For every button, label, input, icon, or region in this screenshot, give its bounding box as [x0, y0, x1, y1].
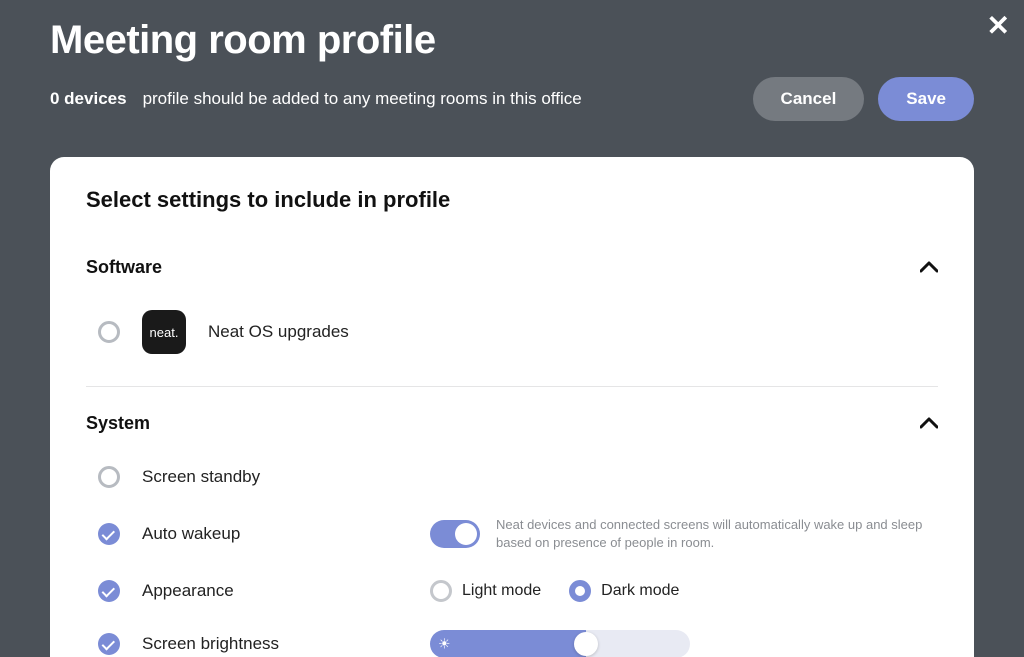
checkbox-auto-wakeup[interactable]: [98, 523, 120, 545]
brightness-icon: ☀: [438, 636, 451, 653]
checkbox-neat-os[interactable]: [98, 321, 120, 343]
radio-light-mode[interactable]: Light mode: [430, 580, 541, 602]
close-icon[interactable]: ✕: [987, 12, 1010, 40]
setting-neat-os-upgrades: neat. Neat OS upgrades: [86, 296, 938, 368]
radio-dark-mode[interactable]: Dark mode: [569, 580, 679, 602]
card-title: Select settings to include in profile: [86, 187, 938, 213]
setting-screen-brightness: Screen brightness ☀: [86, 616, 938, 657]
radio-icon-on: [569, 580, 591, 602]
modal-header: Meeting room profile: [0, 0, 1024, 63]
setting-label-screen-brightness: Screen brightness: [142, 634, 279, 654]
setting-auto-wakeup: Auto wakeup Neat devices and connected s…: [86, 502, 938, 566]
section-header-software[interactable]: Software: [86, 257, 938, 278]
brightness-slider[interactable]: ☀: [430, 630, 690, 657]
section-title-software: Software: [86, 257, 162, 278]
modal-subheader: 0 devices profile should be added to any…: [0, 77, 1024, 121]
setting-screen-standby: Screen standby: [86, 452, 938, 502]
profile-note: profile should be added to any meeting r…: [143, 89, 582, 109]
setting-label-neat-os: Neat OS upgrades: [208, 322, 349, 342]
device-count: 0 devices: [50, 89, 127, 109]
radio-label-light: Light mode: [462, 582, 541, 600]
auto-wakeup-description: Neat devices and connected screens will …: [496, 516, 938, 552]
section-software: Software neat. Neat OS upgrades: [86, 257, 938, 368]
setting-label-appearance: Appearance: [142, 581, 234, 601]
save-button[interactable]: Save: [878, 77, 974, 121]
setting-label-screen-standby: Screen standby: [142, 467, 260, 487]
checkbox-appearance[interactable]: [98, 580, 120, 602]
checkbox-screen-standby[interactable]: [98, 466, 120, 488]
section-header-system[interactable]: System: [86, 413, 938, 434]
header-actions: Cancel Save: [753, 77, 974, 121]
toggle-auto-wakeup[interactable]: [430, 520, 480, 548]
setting-label-auto-wakeup: Auto wakeup: [142, 524, 240, 544]
slider-thumb[interactable]: [574, 632, 598, 656]
cancel-button[interactable]: Cancel: [753, 77, 865, 121]
appearance-radio-group: Light mode Dark mode: [430, 580, 679, 602]
radio-label-dark: Dark mode: [601, 582, 679, 600]
subheader-text: 0 devices profile should be added to any…: [50, 89, 582, 109]
radio-icon-off: [430, 580, 452, 602]
chevron-up-icon: [920, 257, 938, 278]
page-title: Meeting room profile: [50, 18, 974, 63]
section-system: System Screen standby Auto wakeup Neat d…: [86, 413, 938, 657]
section-divider: [86, 386, 938, 387]
neat-logo-icon: neat.: [142, 310, 186, 354]
setting-appearance: Appearance Light mode Dark mode: [86, 566, 938, 616]
checkbox-screen-brightness[interactable]: [98, 633, 120, 655]
section-title-system: System: [86, 413, 150, 434]
settings-card: Select settings to include in profile So…: [50, 157, 974, 657]
chevron-up-icon: [920, 413, 938, 434]
